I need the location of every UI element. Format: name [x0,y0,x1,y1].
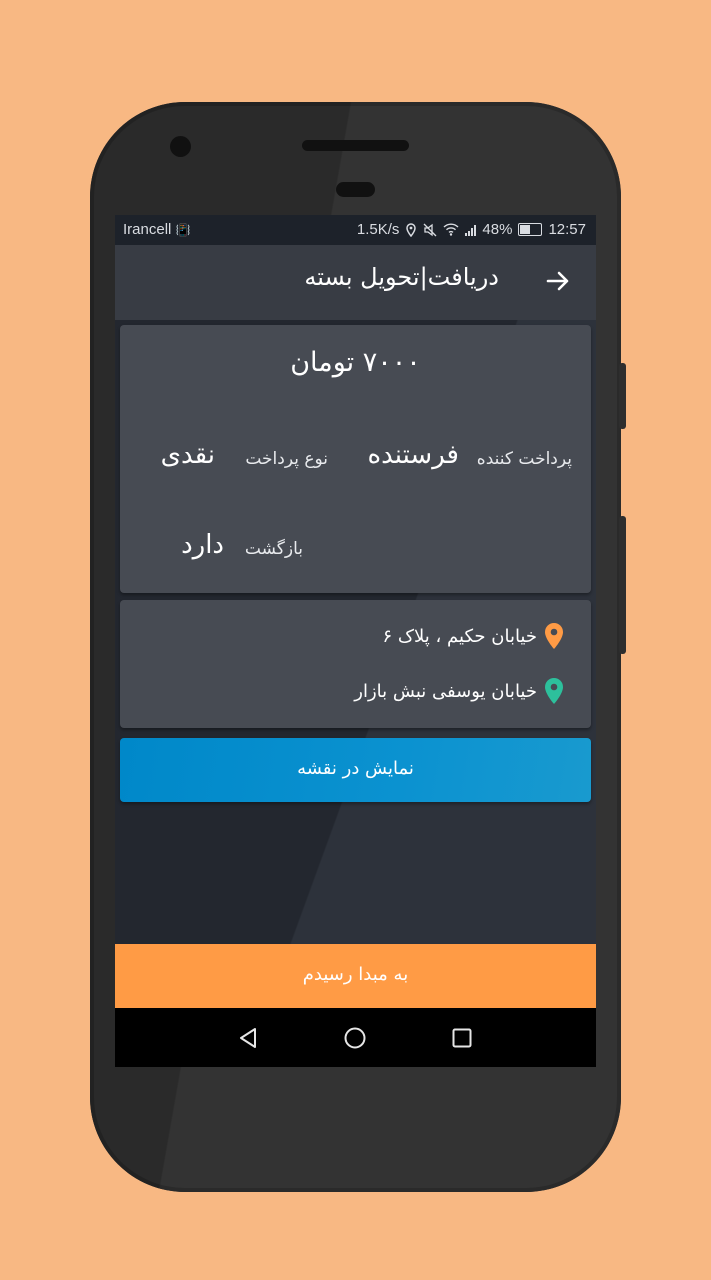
arrived-origin-button[interactable]: به مبدا رسیدم [115,944,596,1008]
origin-address: خیابان حکیم ، پلاک ۶ [382,625,537,647]
app-bar: دریافت|تحویل بسته [115,245,596,320]
mute-icon [423,223,437,236]
payment-type-label: نوع پرداخت [245,449,328,469]
delivery-details-card: ۷۰۰۰ تومان پرداخت کننده فرستنده نوع پردا… [120,325,591,593]
destination-address: خیابان یوسفی نبش بازار [354,680,537,702]
home-circle-icon[interactable] [343,1026,367,1050]
earpiece-speaker [302,140,409,151]
proximity-sensor [336,182,375,197]
arrow-right-icon[interactable] [544,267,572,295]
back-triangle-icon[interactable] [236,1026,260,1050]
recents-square-icon[interactable] [450,1026,474,1050]
return-value: دارد [181,530,224,560]
map-pin-orange-icon [545,623,563,649]
volume-button [619,363,626,429]
payment-type-value: نقدی [160,440,215,470]
network-speed: 1.5K/s [356,221,400,238]
payer-label: پرداخت کننده [476,449,572,469]
clock: 12:57 [548,221,586,238]
payer-value: فرستنده [367,440,459,470]
carrier-name: Irancell [123,221,172,238]
show-map-button[interactable]: نمایش در نقشه [120,738,591,802]
status-left: Irancell 📳 [123,221,190,238]
price-text: ۷۰۰۰ تومان [290,347,421,378]
wifi-icon [443,223,459,236]
power-button [619,516,626,654]
status-bar: Irancell 📳 1.5K/s 48% 12:57 [115,215,596,245]
battery-icon [518,223,543,236]
vibrate-icon: 📳 [175,223,191,237]
destination-address-row: خیابان یوسفی نبش بازار [354,677,565,705]
battery-percent: 48% [482,221,513,238]
front-camera [170,136,191,157]
return-label: بازگشت [244,539,303,559]
origin-address-row: خیابان حکیم ، پلاک ۶ [383,622,565,650]
addresses-card: خیابان حکیم ، پلاک ۶ خیابان یوسفی نبش با… [120,600,591,728]
system-nav-bar [115,1008,596,1067]
page-title: دریافت|تحویل بسته [304,263,499,291]
location-icon [406,222,417,237]
map-pin-green-icon [545,678,563,704]
status-right: 1.5K/s 48% 12:57 [357,221,586,238]
phone-screen: Irancell 📳 1.5K/s 48% 12:57 دریافت|تحویل… [115,215,596,1067]
signal-icon [465,224,477,236]
